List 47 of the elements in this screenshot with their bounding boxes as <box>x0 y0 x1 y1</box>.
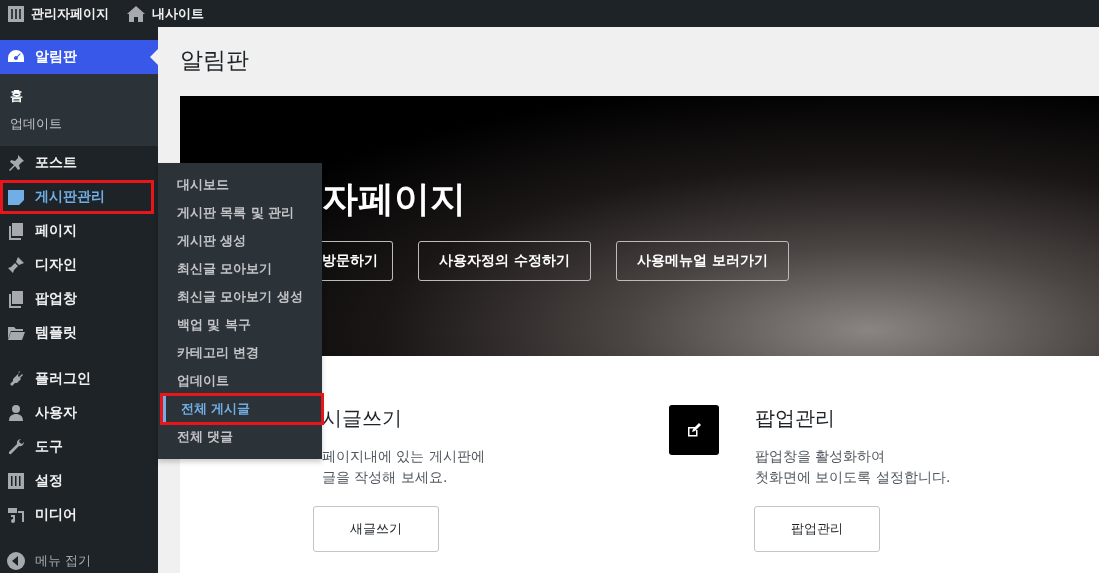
sidebar-item[interactable]: 게시판관리 <box>0 180 154 214</box>
card-description: 페이지내에 있는 게시판에 글을 작성해 보세요. <box>322 447 485 487</box>
sidebar-item[interactable]: 포스트 <box>0 146 158 180</box>
page-title: 알림판 <box>180 46 250 75</box>
collapse-menu-button[interactable]: 메뉴 접기 <box>0 544 158 573</box>
flyout-menu-item[interactable]: 최신글 모아보기 생성 <box>158 283 322 311</box>
site-menu-link[interactable]: 관리자페이지 <box>8 4 109 23</box>
flyout-menu-item[interactable]: 최신글 모아보기 <box>158 255 322 283</box>
flyout-menu-item[interactable]: 카테고리 변경 <box>158 339 322 367</box>
flyout-menu-item[interactable]: 대시보드 <box>158 171 322 199</box>
card-button[interactable]: 새글쓰기 <box>313 506 439 552</box>
sidebar-item[interactable]: 템플릿 <box>0 316 158 350</box>
sliders-icon <box>6 471 26 491</box>
flyout-menu-item[interactable]: 전체 댓글 <box>158 423 322 451</box>
home-link[interactable]: 내사이트 <box>127 4 204 23</box>
hero-button[interactable]: 사용메뉴얼 보러가기 <box>615 241 789 281</box>
hero-title: 자페이지 <box>322 177 467 221</box>
flyout-menu-item[interactable]: 백업 및 복구 <box>158 311 322 339</box>
card-title: 시글쓰기 <box>322 405 403 432</box>
hero-button[interactable]: 사용자정의 수정하기 <box>418 241 591 281</box>
sidebar-item[interactable]: 사용자 <box>0 396 158 430</box>
card-button[interactable]: 팝업관리 <box>754 506 880 552</box>
card-title: 팝업관리 <box>755 405 836 432</box>
sidebar-item[interactable]: 페이지 <box>0 214 158 248</box>
sliders-icon <box>8 5 24 22</box>
submenu-item[interactable]: 업데이트 <box>0 110 158 138</box>
flyout-menu-item[interactable]: 게시판 목록 및 관리 <box>158 199 322 227</box>
sidebar-item[interactable]: 알림판 <box>0 40 158 74</box>
edit-icon <box>669 405 719 455</box>
user-icon <box>6 403 26 423</box>
pages-icon <box>6 289 26 309</box>
sidebar-item[interactable]: 도구 <box>0 430 158 464</box>
board-icon <box>6 187 26 207</box>
home-icon <box>127 5 145 22</box>
sidebar-item[interactable]: 미디어 <box>0 498 158 532</box>
flyout-menu-item[interactable]: 전체 게시글 <box>162 395 322 423</box>
flyout-menu-item[interactable]: 업데이트 <box>158 367 322 395</box>
flyout-menu-item[interactable]: 게시판 생성 <box>158 227 322 255</box>
sidebar-item[interactable]: 디자인 <box>0 248 158 282</box>
sidebar-item[interactable]: 플러그인 <box>0 362 158 396</box>
wrench-icon <box>6 437 26 457</box>
sidebar-item[interactable]: 설정 <box>0 464 158 498</box>
sidebar-item[interactable]: 팝업창 <box>0 282 158 316</box>
card-description: 팝업창을 활성화하여 첫화면에 보이도록 설정합니다. <box>755 447 951 487</box>
hero-button[interactable]: 방문하기 <box>322 241 393 281</box>
pages-icon <box>6 221 26 241</box>
submenu-item[interactable]: 홈 <box>0 82 158 110</box>
